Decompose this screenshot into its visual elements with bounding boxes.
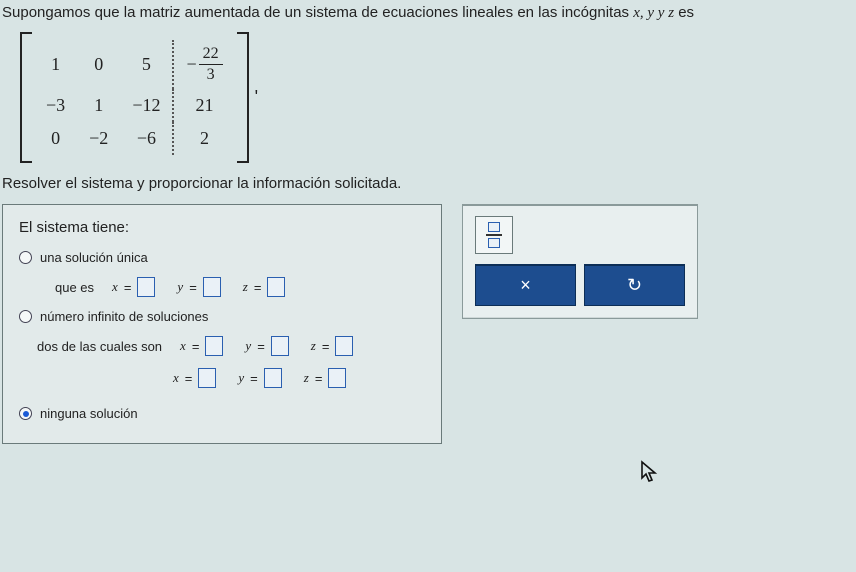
cell: 5 — [120, 40, 173, 89]
eq-y: y = — [177, 277, 220, 297]
eq-y2: y= — [238, 368, 281, 388]
option-none-label: ninguna solución — [40, 406, 138, 421]
cursor-icon — [640, 460, 660, 488]
toolbox-top-row — [475, 216, 685, 254]
reset-button[interactable]: ↻ — [584, 264, 685, 306]
cell: 1 — [34, 40, 77, 89]
solve-instruction: Resolver el sistema y proporcionar la in… — [2, 175, 854, 192]
option-none-row[interactable]: ninguna solución — [19, 406, 425, 421]
minus-sign: − — [186, 54, 196, 75]
intro-text: Supongamos que la matriz aumentada de un… — [2, 4, 633, 21]
cell: −6 — [120, 122, 173, 155]
vars-text: x, y y z — [633, 5, 674, 21]
cell: −12 — [120, 89, 173, 122]
equals: = — [254, 280, 262, 295]
var-x: x — [112, 279, 118, 295]
table-row: 0 −2 −6 2 — [34, 122, 235, 155]
radio-unique[interactable] — [19, 251, 32, 264]
table-row: −3 1 −12 21 — [34, 89, 235, 122]
input-y[interactable] — [203, 277, 221, 297]
option-infinite-label: número infinito de soluciones — [40, 309, 208, 324]
input-x[interactable] — [137, 277, 155, 297]
numerator: 22 — [199, 46, 223, 65]
dos-de-label: dos de las cuales son — [37, 339, 162, 354]
eq-z1: z= — [311, 336, 354, 356]
input-z2[interactable] — [328, 368, 346, 388]
augmented-matrix: 1 0 5 − 22 3 −3 1 −12 21 — [20, 32, 854, 163]
que-es-label: que es — [55, 280, 94, 295]
eq-x2: x= — [173, 368, 216, 388]
radio-infinite[interactable] — [19, 310, 32, 323]
fraction: 22 3 — [199, 46, 223, 83]
input-y2[interactable] — [264, 368, 282, 388]
input-x1[interactable] — [205, 336, 223, 356]
matrix-table: 1 0 5 − 22 3 −3 1 −12 21 — [34, 40, 235, 155]
cell: −3 — [34, 89, 77, 122]
option-unique-row[interactable]: una solución única — [19, 250, 425, 265]
cell-constant: 2 — [173, 122, 234, 155]
eq-y1: y= — [245, 336, 288, 356]
unique-values-row: que es x = y = z = — [55, 277, 425, 297]
apostrophe: ' — [255, 87, 258, 108]
cell: 0 — [77, 40, 120, 89]
neg-fraction: − 22 3 — [186, 46, 222, 83]
reset-icon: ↻ — [627, 275, 642, 296]
table-row: 1 0 5 − 22 3 — [34, 40, 235, 89]
matrix-brackets: 1 0 5 − 22 3 −3 1 −12 21 — [20, 32, 249, 163]
option-unique-label: una solución única — [40, 250, 148, 265]
input-x2[interactable] — [198, 368, 216, 388]
denominator: 3 — [207, 65, 215, 83]
infinite-values-row1: dos de las cuales son x= y= z= — [37, 336, 425, 356]
after-vars: es — [674, 4, 694, 21]
eq-x1: x= — [180, 336, 223, 356]
question-intro: Supongamos que la matriz aumentada de un… — [2, 4, 854, 22]
input-y1[interactable] — [271, 336, 289, 356]
equals: = — [189, 280, 197, 295]
answer-panel: El sistema tiene: una solución única que… — [2, 204, 442, 444]
infinite-values-row2: x= y= z= — [173, 368, 425, 388]
cell: 0 — [34, 122, 77, 155]
fraction-icon — [486, 222, 502, 248]
var-z: z — [243, 279, 248, 295]
cell: 1 — [77, 89, 120, 122]
cell-constant: 21 — [173, 89, 234, 122]
toolbox-bottom-row: × ↻ — [475, 264, 685, 306]
panel-title: El sistema tiene: — [19, 219, 425, 236]
cell-constant: − 22 3 — [173, 40, 234, 89]
input-z1[interactable] — [335, 336, 353, 356]
toolbox-panel: × ↻ — [462, 204, 698, 319]
equals: = — [124, 280, 132, 295]
eq-z2: z= — [304, 368, 347, 388]
fraction-button[interactable] — [475, 216, 513, 254]
x-icon: × — [520, 275, 531, 296]
cell: −2 — [77, 122, 120, 155]
eq-x: x = — [112, 277, 155, 297]
radio-none[interactable] — [19, 407, 32, 420]
input-z[interactable] — [267, 277, 285, 297]
eq-z: z = — [243, 277, 286, 297]
clear-button[interactable]: × — [475, 264, 576, 306]
var-y: y — [177, 279, 183, 295]
option-infinite-row[interactable]: número infinito de soluciones — [19, 309, 425, 324]
